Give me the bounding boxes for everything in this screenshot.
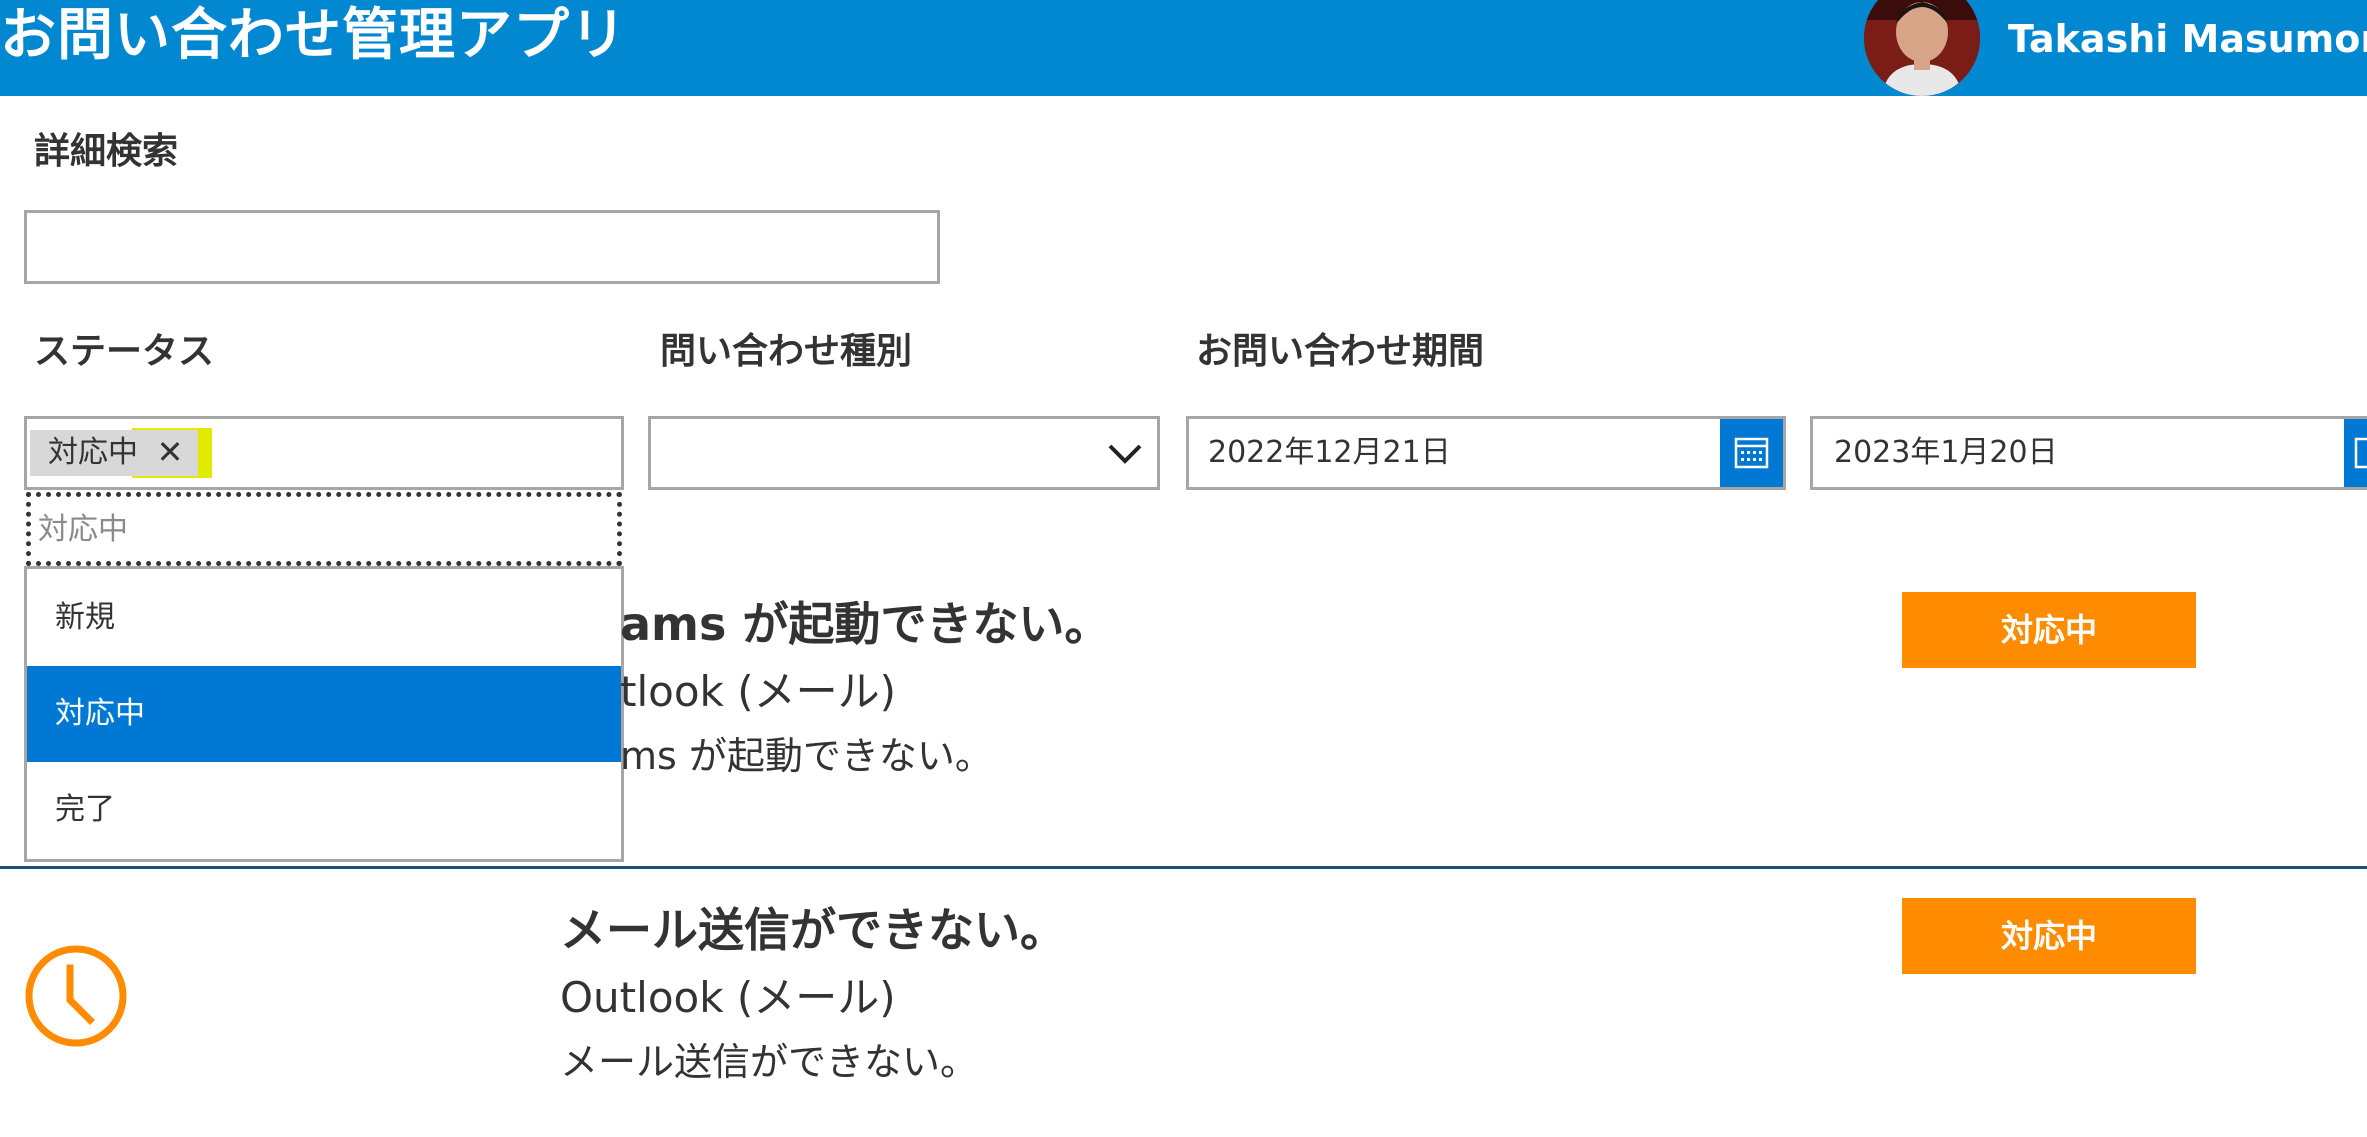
user-name[interactable]: Takashi Masumori <box>2008 14 2367 64</box>
status-badge: 対応中 <box>1902 592 2196 668</box>
calendar-icon <box>2354 437 2367 469</box>
date-to-value: 2023年1月20日 <box>1834 435 2058 470</box>
type-dropdown[interactable] <box>648 416 1160 490</box>
list-divider <box>0 866 2367 869</box>
status-option-new[interactable]: 新規 <box>27 570 621 666</box>
item-category: tlook (メール) <box>620 667 896 716</box>
calendar-icon <box>1734 437 1769 469</box>
remove-tag-icon[interactable]: ✕ <box>152 426 188 478</box>
status-label: ステータス <box>34 331 215 372</box>
status-tag-label: 対応中 <box>48 435 138 470</box>
status-option-done[interactable]: 完了 <box>27 762 621 858</box>
item-description: メール送信ができない。 <box>560 1040 979 1084</box>
status-search-placeholder: 対応中 <box>38 512 128 547</box>
item-title[interactable]: ams が起動できない。 <box>620 594 1110 654</box>
date-to-calendar-button[interactable] <box>2344 419 2367 487</box>
status-badge: 対応中 <box>1902 898 2196 974</box>
date-from-value: 2022年12月21日 <box>1208 435 1451 470</box>
type-label: 問い合わせ種別 <box>660 331 913 372</box>
app-title: お問い合わせ管理アプリ <box>0 3 627 68</box>
search-input[interactable] <box>24 210 940 284</box>
date-from-calendar-button[interactable] <box>1720 419 1783 487</box>
item-title[interactable]: メール送信ができない。 <box>560 900 1066 960</box>
search-label: 詳細検索 <box>34 131 179 172</box>
item-description: ms が起動できない。 <box>620 734 993 778</box>
status-option-in-progress[interactable]: 対応中 <box>27 666 621 762</box>
period-label: お問い合わせ期間 <box>1196 331 1485 372</box>
item-category: Outlook (メール) <box>560 973 896 1022</box>
chevron-down-icon <box>1106 434 1144 472</box>
clock-icon <box>24 944 128 1048</box>
